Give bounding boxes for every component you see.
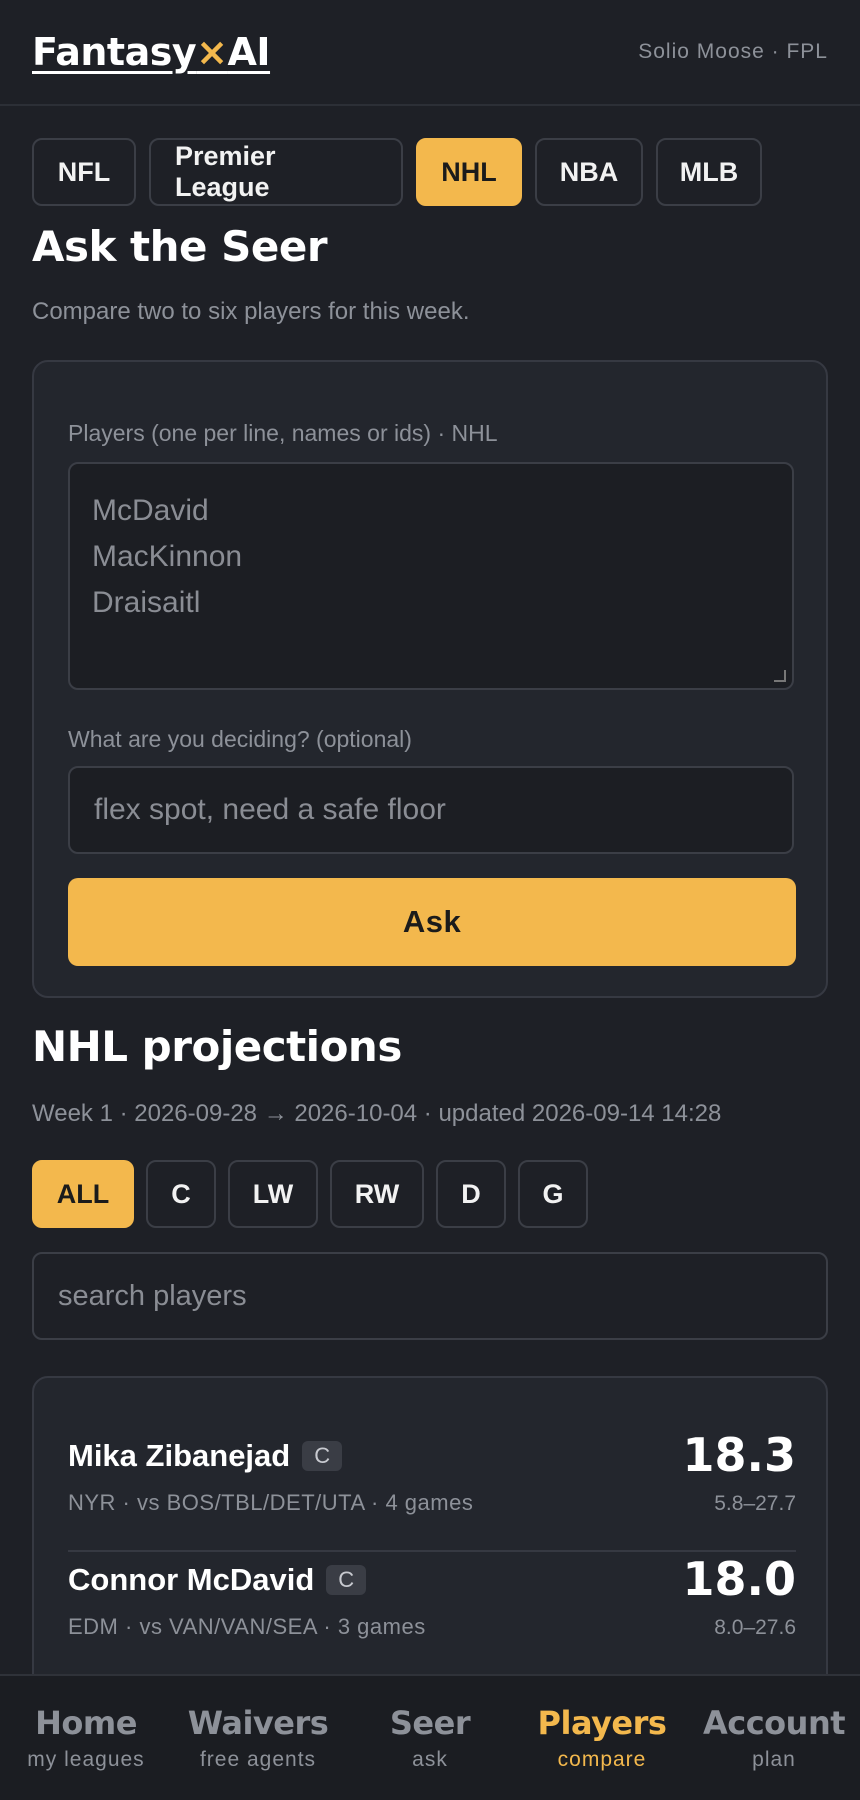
players-textarea[interactable]: McDavid MacKinnon Draisaitl — [68, 462, 794, 690]
nav-account[interactable]: Account plan — [688, 1704, 860, 1772]
tab-nfl[interactable]: NFL — [32, 138, 136, 206]
placeholder-line: Draisaitl — [92, 586, 201, 619]
tab-mlb[interactable]: MLB — [656, 138, 762, 206]
player-row[interactable]: Connor McDavid C EDM · vs VAN/VAN/SEA · … — [68, 1552, 796, 1676]
tab-pos-g[interactable]: G — [518, 1160, 588, 1228]
projections-subtitle: Week 1 · 2026-09-28 → 2026-10-04 · updat… — [32, 1100, 722, 1127]
user-info[interactable]: Solio Moose · FPL — [638, 40, 828, 64]
tab-pos-lw[interactable]: LW — [228, 1160, 318, 1228]
player-projection: 18.0 — [682, 1552, 797, 1606]
player-name: Mika Zibanejad — [68, 1438, 291, 1473]
nav-subtitle: compare — [557, 1748, 647, 1771]
nav-players[interactable]: Players compare — [516, 1704, 688, 1772]
position-badge: C — [326, 1565, 367, 1595]
seer-form-card: Players (one per line, names or ids) · N… — [32, 360, 828, 998]
deciding-field-label: What are you deciding? (optional) — [68, 726, 412, 752]
nav-title: Account — [702, 1704, 846, 1742]
bottom-nav: Home my leagues Waivers free agents Seer… — [0, 1674, 860, 1800]
seer-title: Ask the Seer — [32, 222, 328, 271]
tab-premier-league[interactable]: Premier League — [149, 138, 403, 206]
nav-subtitle: ask — [412, 1748, 448, 1771]
player-row[interactable]: Mika Zibanejad C NYR · vs BOS/TBL/DET/UT… — [68, 1428, 796, 1552]
app-header: Fantasy×AI Solio Moose · FPL — [0, 0, 860, 106]
player-name-group: Mika Zibanejad C — [68, 1438, 343, 1474]
player-name-group: Connor McDavid C — [68, 1562, 367, 1598]
ask-button[interactable]: Ask — [68, 878, 796, 966]
nav-seer[interactable]: Seer ask — [344, 1704, 516, 1772]
player-projection: 18.3 — [682, 1428, 797, 1482]
player-meta: EDM · vs VAN/VAN/SEA · 3 games — [68, 1614, 426, 1639]
placeholder-line: McDavid — [92, 494, 209, 527]
nav-subtitle: my leagues — [27, 1748, 145, 1771]
nav-title: Waivers — [187, 1704, 329, 1742]
tab-nba[interactable]: NBA — [535, 138, 643, 206]
player-search-input[interactable]: search players — [32, 1252, 828, 1340]
position-badge: C — [302, 1441, 343, 1471]
deciding-placeholder: flex spot, need a safe floor — [94, 793, 446, 826]
seer-subtitle: Compare two to six players for this week… — [32, 298, 470, 325]
player-meta: NYR · vs BOS/TBL/DET/UTA · 4 games — [68, 1490, 474, 1515]
nav-subtitle: free agents — [199, 1748, 317, 1771]
placeholder-line: MacKinnon — [92, 540, 243, 573]
nav-home[interactable]: Home my leagues — [0, 1704, 172, 1772]
nav-title: Home — [35, 1704, 137, 1742]
search-placeholder: search players — [58, 1279, 247, 1312]
nav-title: Seer — [389, 1704, 471, 1742]
tab-pos-rw[interactable]: RW — [330, 1160, 424, 1228]
player-range: 8.0–27.6 — [714, 1616, 796, 1639]
tab-pos-c[interactable]: C — [146, 1160, 216, 1228]
players-field-label: Players (one per line, names or ids) · N… — [68, 420, 498, 446]
deciding-input[interactable]: flex spot, need a safe floor — [68, 766, 794, 854]
nav-title: Players — [537, 1704, 667, 1742]
nav-waivers[interactable]: Waivers free agents — [172, 1704, 344, 1772]
player-range: 5.8–27.7 — [714, 1492, 796, 1515]
nav-subtitle: plan — [752, 1748, 796, 1771]
resize-handle-icon[interactable] — [774, 670, 786, 682]
position-tabs: ALL C LW RW D G — [32, 1160, 588, 1228]
tab-nhl[interactable]: NHL — [416, 138, 522, 206]
tab-pos-d[interactable]: D — [436, 1160, 506, 1228]
tab-pos-all[interactable]: ALL — [32, 1160, 134, 1228]
projections-title: NHL projections — [32, 1022, 402, 1071]
app-logo[interactable]: Fantasy×AI — [32, 30, 271, 74]
sport-tabs: NFL Premier League NHL NBA MLB — [0, 106, 860, 206]
player-name: Connor McDavid — [68, 1562, 315, 1597]
